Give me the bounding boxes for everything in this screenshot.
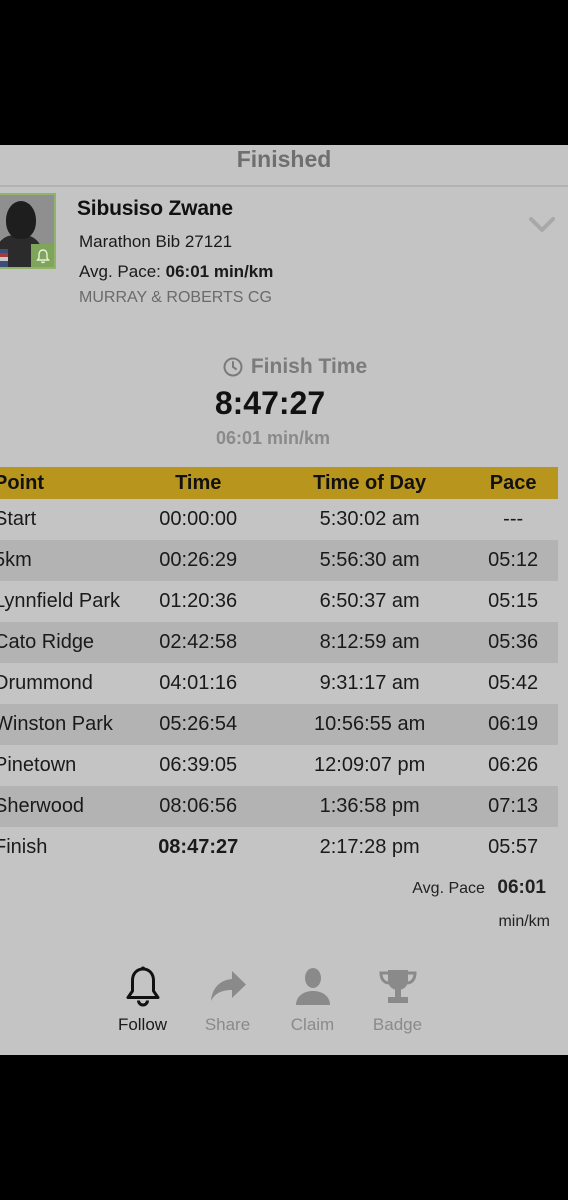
avg-pace-label: Avg. Pace: xyxy=(79,262,161,281)
trophy-icon xyxy=(378,970,417,1003)
share-icon xyxy=(210,971,246,1001)
cell-point: Drummond xyxy=(0,672,93,694)
table-row: Finish 08:47:27 2:17:28 pm 05:57 xyxy=(0,827,558,868)
header-divider xyxy=(0,185,568,187)
table-avg-pace: Avg. Pace 06:01 xyxy=(412,877,546,899)
cell-pace: 05:57 xyxy=(488,836,539,858)
table-row: Pinetown 06:39:05 12:09:07 pm 06:26 xyxy=(0,745,558,786)
cell-time-of-day: 10:56:55 am xyxy=(314,713,426,735)
avatar-flag-stripes xyxy=(0,249,8,267)
cell-time: 00:00:00 xyxy=(159,508,238,530)
runner-name: Sibusiso Zwane xyxy=(77,197,233,220)
table-header: Point Time Time of Day Pace xyxy=(0,467,558,499)
cell-point: Sherwood xyxy=(0,795,85,817)
cell-time: 01:20:36 xyxy=(159,590,238,612)
avatar-head-silhouette xyxy=(6,201,36,239)
page-title: Finished xyxy=(236,146,332,172)
cell-time-of-day: 2:17:28 pm xyxy=(319,836,420,858)
badge-button[interactable]: Badge xyxy=(355,965,440,1035)
finish-pace-value: 06:01 min/km xyxy=(215,428,331,448)
column-header-point: Point xyxy=(0,471,44,494)
table-row: Drummond 04:01:16 9:31:17 am 05:42 xyxy=(0,663,558,704)
cell-time: 08:47:27 xyxy=(158,836,239,858)
cell-point: Winston Park xyxy=(0,713,113,735)
cell-pace: 06:19 xyxy=(488,713,539,735)
avg-pace-line: Avg. Pace: 06:01 min/km xyxy=(79,262,273,282)
cell-time-of-day: 5:56:30 am xyxy=(319,549,420,571)
finish-time-label: Finish Time xyxy=(250,355,368,378)
avatar xyxy=(0,193,56,269)
share-label: Share xyxy=(204,1015,251,1034)
club-name: MURRAY & ROBERTS CG xyxy=(79,289,272,306)
cell-time: 04:01:16 xyxy=(159,672,238,694)
cell-time-of-day: 9:31:17 am xyxy=(319,672,420,694)
cell-point: Lynnfield Park xyxy=(0,590,120,612)
table-row: Start 00:00:00 5:30:02 am --- xyxy=(0,499,558,540)
cell-pace: 05:36 xyxy=(488,631,539,653)
table-row: Cato Ridge 02:42:58 8:12:59 am 05:36 xyxy=(0,622,558,663)
cell-time: 00:26:29 xyxy=(159,549,238,571)
result-screen: Finished Sibusiso Zwane Marathon Bib 271… xyxy=(0,145,568,1055)
column-header-time-of-day: Time of Day xyxy=(313,471,427,494)
cell-pace: 06:26 xyxy=(488,754,539,776)
cell-pace: 05:12 xyxy=(488,549,539,571)
table-row: Winston Park 05:26:54 10:56:55 am 06:19 xyxy=(0,704,558,745)
share-button[interactable]: Share xyxy=(185,965,270,1035)
clock-icon xyxy=(223,357,243,377)
cell-time: 05:26:54 xyxy=(159,713,238,735)
cell-time-of-day: 6:50:37 am xyxy=(319,590,420,612)
chevron-down-icon[interactable] xyxy=(528,215,556,240)
table-row: 5km 00:26:29 5:56:30 am 05:12 xyxy=(0,540,558,581)
finish-time-heading: Finish Time xyxy=(0,355,568,383)
cell-time-of-day: 8:12:59 am xyxy=(319,631,420,653)
table-row: Sherwood 08:06:56 1:36:58 pm 07:13 xyxy=(0,786,558,827)
claim-button[interactable]: Claim xyxy=(270,965,355,1035)
table-avg-pace-unit: min/km xyxy=(498,913,550,930)
bell-icon xyxy=(126,966,159,1007)
cell-time: 06:39:05 xyxy=(159,754,238,776)
action-bar: Follow Share Claim Badge xyxy=(100,965,440,1035)
cell-time: 08:06:56 xyxy=(159,795,238,817)
column-header-pace: Pace xyxy=(489,471,537,494)
column-header-time: Time xyxy=(175,471,222,494)
finish-time-value: 8:47:27 xyxy=(214,385,326,421)
badge-label: Badge xyxy=(372,1015,423,1034)
cell-time-of-day: 5:30:02 am xyxy=(319,508,420,530)
claim-label: Claim xyxy=(290,1015,335,1034)
cell-time: 02:42:58 xyxy=(159,631,238,653)
cell-point: Start xyxy=(0,508,37,530)
person-icon xyxy=(295,968,330,1005)
cell-point: Pinetown xyxy=(0,754,77,776)
avg-pace-value: 06:01 min/km xyxy=(165,262,274,281)
splits-table: Point Time Time of Day Pace Start 00:00:… xyxy=(0,467,558,868)
cell-pace: --- xyxy=(503,508,524,530)
cell-pace: 05:15 xyxy=(488,590,539,612)
follow-label: Follow xyxy=(117,1015,168,1034)
cell-pace: 07:13 xyxy=(488,795,539,817)
bell-badge-icon xyxy=(31,244,54,267)
cell-time-of-day: 12:09:07 pm xyxy=(314,754,426,776)
cell-pace: 05:42 xyxy=(488,672,539,694)
cell-time-of-day: 1:36:58 pm xyxy=(319,795,420,817)
cell-point: Finish xyxy=(0,836,48,858)
bib-number: Marathon Bib 27121 xyxy=(79,232,233,251)
cell-point: 5km xyxy=(0,549,32,571)
table-avg-pace-label: Avg. Pace xyxy=(412,880,485,897)
follow-button[interactable]: Follow xyxy=(100,965,185,1035)
table-avg-pace-value: 06:01 xyxy=(497,877,546,898)
cell-point: Cato Ridge xyxy=(0,631,95,653)
table-row: Lynnfield Park 01:20:36 6:50:37 am 05:15 xyxy=(0,581,558,622)
